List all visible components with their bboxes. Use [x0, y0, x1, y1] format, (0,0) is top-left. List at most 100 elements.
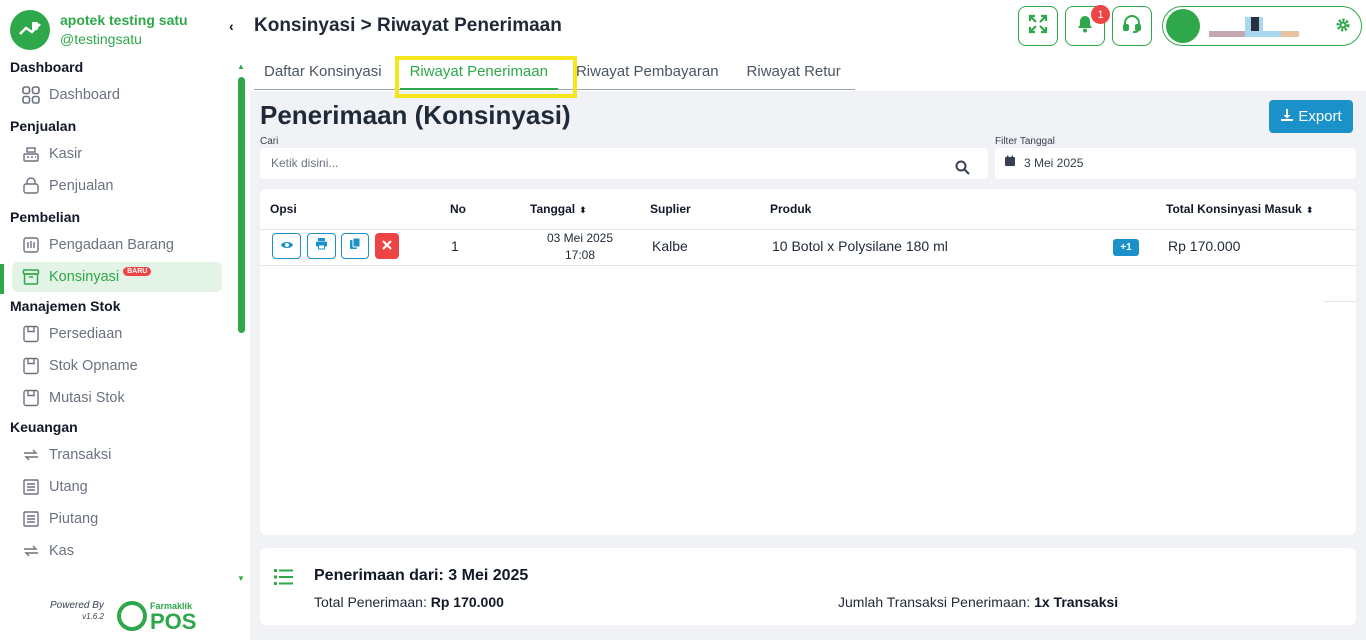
header: Konsinyasi > Riwayat Penerimaan 1: [250, 0, 1366, 53]
receipt-icon: [21, 509, 41, 529]
filter-label: Filter Tanggal: [995, 136, 1055, 147]
tab-riwayat-retur[interactable]: Riwayat Retur: [729, 53, 855, 90]
powered-by-label: Powered By: [50, 600, 104, 611]
sidebar: apotek testing satu @testingsatu ‹ Dashb…: [0, 0, 250, 640]
more-products-badge[interactable]: +1: [1113, 239, 1139, 256]
sidebar-item-stok-opname[interactable]: Stok Opname: [12, 351, 222, 381]
fullscreen-button[interactable]: [1018, 6, 1058, 46]
sort-icon[interactable]: ⬍: [1306, 205, 1314, 215]
search-placeholder: Ketik disini...: [271, 156, 339, 170]
app-version: v1.6.2: [82, 612, 104, 621]
brand: apotek testing satu @testingsatu: [10, 10, 188, 50]
active-indicator: [0, 264, 4, 294]
cash-register-icon: [21, 144, 41, 164]
sidebar-item-transaksi[interactable]: Transaksi: [12, 440, 222, 470]
sidebar-item-utang[interactable]: Utang: [12, 472, 222, 502]
col-tanggal-label: Tanggal: [530, 202, 576, 216]
notification-button[interactable]: 1: [1065, 5, 1110, 46]
col-total-label: Total Konsinyasi Masuk: [1166, 202, 1302, 216]
export-button[interactable]: Export: [1269, 100, 1353, 133]
calendar-icon: [1004, 148, 1016, 179]
grid-icon: [21, 85, 41, 105]
eye-icon: [280, 237, 294, 255]
brand-logo: [10, 10, 50, 50]
sort-icon[interactable]: ⬍: [579, 205, 587, 215]
copy-icon: [349, 237, 361, 255]
summary-total-value: Rp 170.000: [430, 594, 504, 610]
print-button[interactable]: [307, 233, 336, 259]
delete-button[interactable]: [375, 233, 399, 259]
sidebar-item-persediaan[interactable]: Persediaan: [12, 319, 222, 349]
gear-icon[interactable]: [1335, 17, 1351, 38]
row-no: 1: [451, 238, 459, 254]
sidebar-item-dashboard[interactable]: Dashboard: [12, 80, 222, 110]
procurement-icon: [21, 235, 41, 255]
sidebar-item-label: Transaksi: [49, 447, 112, 463]
shopping-basket-icon: [21, 176, 41, 196]
sidebar-item-kasir[interactable]: Kasir: [12, 139, 222, 169]
highlight-box: [395, 56, 577, 98]
sidebar-item-label: Dashboard: [49, 87, 120, 103]
col-suplier: Suplier: [650, 202, 691, 216]
summary-count-label: Jumlah Transaksi Penerimaan:: [838, 594, 1031, 610]
summary-total: Total Penerimaan: Rp 170.000: [314, 594, 504, 610]
sidebar-item-label: Kas: [49, 543, 74, 559]
collapse-sidebar-icon[interactable]: ‹: [229, 18, 234, 34]
section-manajemen-stok: Manajemen Stok: [10, 298, 121, 314]
close-icon: [382, 237, 392, 255]
sidebar-item-label: Penjualan: [49, 178, 114, 194]
list-icon: [274, 568, 294, 591]
tab-daftar-konsinyasi[interactable]: Daftar Konsinyasi: [254, 53, 392, 90]
col-opsi: Opsi: [270, 202, 297, 216]
col-no: No: [450, 202, 466, 216]
download-icon: [1280, 108, 1294, 126]
sidebar-item-label: Mutasi Stok: [49, 390, 125, 406]
divider: [260, 265, 1356, 266]
row-date: 03 Mei 2025 17:08: [530, 230, 630, 264]
summary-count: Jumlah Transaksi Penerimaan: 1x Transaks…: [838, 594, 1118, 610]
sidebar-item-label: Piutang: [49, 511, 99, 527]
profile-menu[interactable]: [1162, 6, 1362, 46]
sidebar-item-label: Utang: [49, 479, 88, 495]
breadcrumb: Konsinyasi > Riwayat Penerimaan: [254, 15, 562, 36]
search-icon[interactable]: [955, 156, 970, 187]
row-total: Rp 170.000: [1168, 238, 1241, 254]
inventory-icon: [21, 388, 41, 408]
expand-icon: [1028, 14, 1048, 39]
search-label: Cari: [260, 136, 279, 147]
divider: [1323, 301, 1356, 302]
summary-count-value: 1x Transaksi: [1034, 594, 1119, 610]
section-pembelian: Pembelian: [10, 209, 81, 225]
sidebar-item-label: Konsinyasi: [49, 269, 120, 285]
search-input[interactable]: Ketik disini...: [260, 148, 988, 179]
row-date-time: 17:08: [564, 248, 596, 262]
farmaklik-logo: Farmaklik POS: [117, 600, 197, 634]
tab-riwayat-pembayaran[interactable]: Riwayat Pembayaran: [566, 53, 729, 90]
copy-button[interactable]: [341, 233, 369, 259]
col-tanggal[interactable]: Tanggal ⬍: [530, 202, 587, 216]
support-button[interactable]: [1112, 6, 1152, 46]
farmaklik-mark-icon: [117, 601, 147, 631]
divider: [260, 229, 1356, 230]
view-button[interactable]: [272, 233, 301, 259]
sidebar-item-penjualan[interactable]: Penjualan: [12, 171, 222, 201]
sidebar-item-konsinyasi[interactable]: Konsinyasi BARU: [12, 262, 222, 292]
new-badge: BARU: [123, 267, 152, 276]
date-filter-input[interactable]: 3 Mei 2025: [995, 148, 1356, 179]
section-keuangan: Keuangan: [10, 419, 78, 435]
sidebar-item-pengadaan-barang[interactable]: Pengadaan Barang: [12, 230, 222, 260]
col-total[interactable]: Total Konsinyasi Masuk ⬍: [1166, 202, 1313, 216]
sidebar-item-kas[interactable]: Kas: [12, 536, 222, 566]
inventory-icon: [21, 356, 41, 376]
inventory-icon: [21, 324, 41, 344]
logo-big-text: POS: [150, 609, 197, 634]
summary-title: Penerimaan dari: 3 Mei 2025: [314, 567, 529, 584]
scroll-down-icon[interactable]: ▼: [237, 574, 245, 583]
scroll-thumb[interactable]: [238, 77, 245, 333]
scroll-up-icon[interactable]: ▲: [237, 62, 245, 71]
sidebar-item-mutasi-stok[interactable]: Mutasi Stok: [12, 383, 222, 413]
sidebar-item-label: Persediaan: [49, 326, 123, 342]
data-table: Opsi No Tanggal ⬍ Suplier Produk Total Ko…: [260, 189, 1356, 535]
sidebar-scrollbar[interactable]: ▲ ▼: [235, 60, 249, 588]
sidebar-item-piutang[interactable]: Piutang: [12, 504, 222, 534]
